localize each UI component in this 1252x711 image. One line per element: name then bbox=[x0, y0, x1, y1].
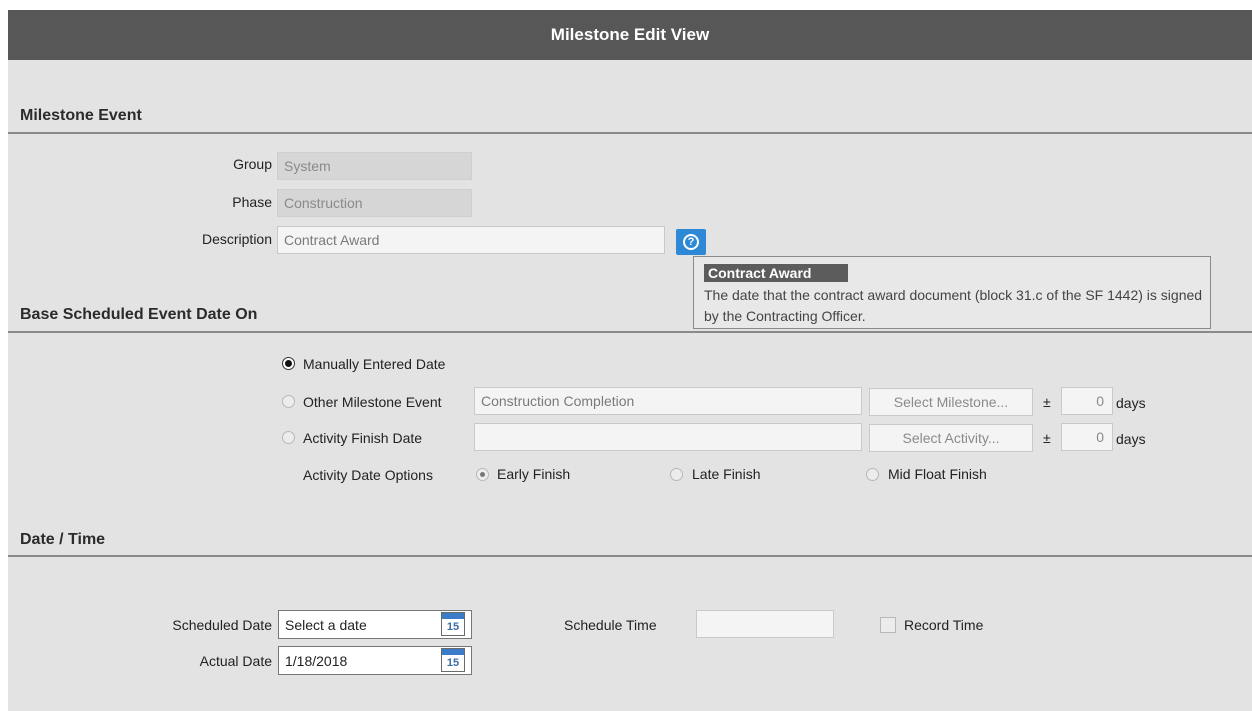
days-label: days bbox=[1116, 395, 1146, 411]
phase-field: Construction bbox=[277, 189, 472, 217]
scheduled-date-placeholder: Select a date bbox=[285, 616, 367, 633]
window-title: Milestone Edit View bbox=[8, 10, 1252, 60]
late-finish-radio[interactable] bbox=[670, 468, 683, 481]
calendar-icon[interactable]: 15 bbox=[441, 648, 465, 672]
section-divider bbox=[8, 555, 1252, 557]
mid-float-finish-radio[interactable] bbox=[866, 468, 879, 481]
activity-date-options-label: Activity Date Options bbox=[303, 467, 433, 483]
activity-finish-radio[interactable] bbox=[282, 431, 295, 444]
tooltip-title: Contract Award bbox=[704, 264, 848, 282]
activity-field[interactable] bbox=[474, 423, 862, 451]
section-divider bbox=[8, 132, 1252, 134]
mid-float-finish-label: Mid Float Finish bbox=[888, 466, 987, 482]
record-time-label: Record Time bbox=[904, 617, 984, 633]
section-date-time: Date / Time bbox=[20, 531, 106, 548]
other-milestone-label: Other Milestone Event bbox=[303, 394, 442, 410]
tooltip-body: The date that the contract award documen… bbox=[704, 287, 1203, 324]
section-milestone-event: Milestone Event bbox=[20, 107, 142, 124]
days-label: days bbox=[1116, 431, 1146, 447]
description-tooltip: Contract Award The date that the contrac… bbox=[693, 256, 1211, 329]
schedule-time-label: Schedule Time bbox=[564, 617, 657, 633]
select-activity-button[interactable]: Select Activity... bbox=[869, 424, 1033, 452]
actual-date-label: Actual Date bbox=[199, 653, 272, 669]
plus-minus-label: ± bbox=[1043, 394, 1051, 410]
actual-date-value: 1/18/2018 bbox=[285, 652, 348, 669]
select-milestone-button[interactable]: Select Milestone... bbox=[869, 388, 1033, 416]
phase-label: Phase bbox=[232, 194, 272, 210]
calendar-day-number: 15 bbox=[446, 621, 460, 633]
manual-date-label: Manually Entered Date bbox=[303, 356, 446, 372]
scheduled-date-label: Scheduled Date bbox=[172, 617, 272, 633]
activity-days-input[interactable]: 0 bbox=[1061, 423, 1113, 451]
early-finish-label: Early Finish bbox=[497, 466, 571, 482]
other-milestone-radio[interactable] bbox=[282, 395, 295, 408]
group-field: System bbox=[277, 152, 472, 180]
calendar-day-number: 15 bbox=[446, 657, 460, 669]
manual-date-radio[interactable] bbox=[282, 357, 295, 370]
record-time-checkbox[interactable] bbox=[880, 617, 896, 633]
schedule-time-input[interactable] bbox=[696, 610, 834, 638]
group-label: Group bbox=[233, 156, 272, 172]
section-divider bbox=[8, 331, 1252, 333]
section-base-scheduled: Base Scheduled Event Date On bbox=[20, 306, 258, 323]
other-days-input[interactable]: 0 bbox=[1061, 387, 1113, 415]
help-button[interactable]: ? bbox=[676, 229, 706, 255]
description-label: Description bbox=[201, 231, 272, 247]
late-finish-label: Late Finish bbox=[692, 466, 761, 482]
other-milestone-field[interactable]: Construction Completion bbox=[474, 387, 862, 415]
question-circle-icon: ? bbox=[683, 234, 699, 250]
plus-minus-label: ± bbox=[1043, 430, 1051, 446]
milestone-edit-window bbox=[8, 10, 1252, 711]
description-field[interactable]: Contract Award bbox=[277, 226, 665, 254]
calendar-icon[interactable]: 15 bbox=[441, 612, 465, 636]
activity-finish-label: Activity Finish Date bbox=[303, 430, 423, 446]
early-finish-radio[interactable] bbox=[476, 468, 489, 481]
